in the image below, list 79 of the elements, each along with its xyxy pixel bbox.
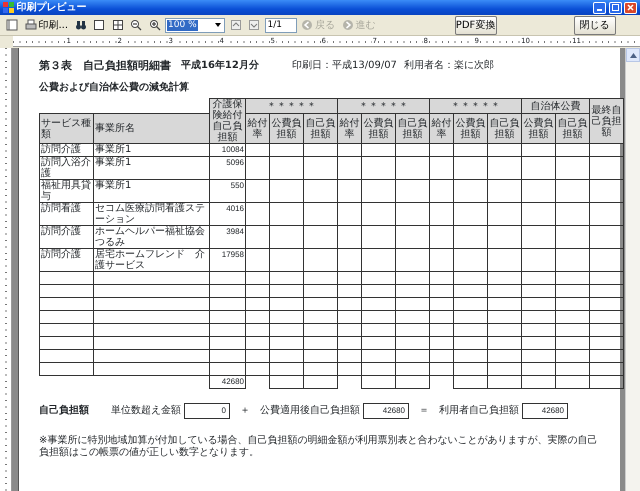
column-header: 事業所名: [94, 114, 210, 144]
operator-sign: ＋: [240, 405, 250, 417]
up-arrow-icon: [630, 52, 636, 58]
close-icon: [627, 4, 634, 11]
table-cell: 居宅ホームフレンド 介護サービス: [94, 248, 210, 272]
zoom-out-icon: [130, 19, 142, 31]
table-cell: 事業所1: [94, 144, 210, 156]
maximize-icon: [612, 4, 618, 11]
summary-term-label: 単位数超え金額: [111, 405, 181, 417]
minimize-button[interactable]: [593, 2, 606, 14]
column-group-header: ＊＊＊＊＊: [338, 98, 430, 114]
operator-sign: ＝: [419, 405, 429, 417]
column-header: 自己負担額: [396, 114, 430, 144]
amount-field: 42680: [363, 403, 409, 419]
page-layout-icon: [6, 19, 18, 31]
table-cell: 訪問介護: [40, 248, 94, 272]
zoom-dropdown[interactable]: 100 %: [165, 18, 226, 32]
table-cell: 550: [210, 180, 246, 202]
table-cell: 事業所1: [94, 156, 210, 180]
table-cell: 訪問入浴介護: [40, 156, 94, 180]
column-header: 公費負担額: [454, 114, 488, 144]
forward-icon: [342, 19, 354, 31]
report-subtitle: 公費および自治体公費の減免計算: [39, 82, 189, 94]
user-name: 利用者名：楽に次郎: [404, 60, 494, 72]
next-page-icon: [248, 19, 260, 31]
column-header: 給付率: [246, 114, 270, 144]
summary-term-label: 公費適用後自己負担額: [260, 405, 360, 417]
column-group-header: ＊＊＊＊＊: [246, 98, 338, 114]
app-icon: [3, 2, 14, 13]
table-cell: 福祉用具貸与: [40, 180, 94, 202]
summary-label: 自己負担額: [39, 405, 90, 417]
table-cell: 訪問介護: [40, 144, 94, 156]
report-title: 第３表 自己負担額明細書: [39, 60, 172, 72]
search-icon: [74, 19, 87, 31]
close-preview-button[interactable]: 閉じる: [574, 16, 616, 34]
window-title: 印刷プレビュー: [16, 0, 86, 15]
column-header: サービス種類: [40, 114, 94, 144]
column-group-header: ＊＊＊＊＊: [430, 98, 522, 114]
page-layout-button[interactable]: [4, 19, 20, 31]
column-header: 給付率: [338, 114, 362, 144]
column-header: 自己負担額: [304, 114, 338, 144]
maximize-button[interactable]: [608, 2, 622, 14]
table-cell: 訪問看護: [40, 202, 94, 226]
table-cell: 17958: [210, 248, 246, 272]
pdf-button[interactable]: PDF変換: [454, 16, 497, 34]
column-header: 最終自己負担額: [590, 98, 624, 144]
column-header: 介護保険給付自己負担額: [210, 98, 246, 144]
printer-icon: [24, 19, 36, 31]
footnote: ※事業所に特別地域加算が付加している場合、自己負担額の明細金額が利用票別表と合わないことがありますが、実際の自己負担額はこの帳票の値が正しい数字となります。: [39, 435, 598, 459]
single-page-icon: [93, 19, 106, 31]
summary-term-label: 利用者自己負担額: [439, 405, 519, 417]
page-field[interactable]: 1/1: [264, 18, 297, 32]
column-header: 公費負担額: [362, 114, 396, 144]
column-header: 自己負担額: [556, 114, 590, 144]
table-cell: 事業所1: [94, 180, 210, 202]
previous-page-icon: [230, 19, 242, 31]
close-button[interactable]: [624, 2, 637, 14]
column-group-header: 自治体公費: [522, 98, 590, 114]
table-cell: 5096: [210, 156, 246, 180]
table-cell: 3984: [210, 226, 246, 248]
table-cell: 4016: [210, 202, 246, 226]
amount-field: 42680: [522, 403, 568, 419]
table-cell: 訪問介護: [40, 226, 94, 248]
report-period: 平成16年12月分: [181, 60, 260, 72]
column-header: 給付率: [430, 114, 454, 144]
print-button[interactable]: 印刷...: [22, 18, 70, 32]
total-cell: 42680: [210, 376, 246, 388]
amount-field: 0: [184, 403, 230, 419]
back-icon: [301, 19, 314, 31]
table-cell: 10084: [210, 144, 246, 156]
multi-page-icon: [112, 19, 124, 31]
table-cell: ホームヘルパー福祉協会つるみ: [94, 226, 210, 248]
zoom-in-icon: [148, 19, 161, 31]
column-header: 自己負担額: [488, 114, 522, 144]
print-date: 印刷日：平成13/09/07: [292, 60, 398, 72]
column-header: 公費負担額: [522, 114, 556, 144]
scroll-up-button[interactable]: [626, 48, 640, 62]
column-header: 公費負担額: [270, 114, 304, 144]
table-cell: セコム医療訪問看護ステーション: [94, 202, 210, 226]
